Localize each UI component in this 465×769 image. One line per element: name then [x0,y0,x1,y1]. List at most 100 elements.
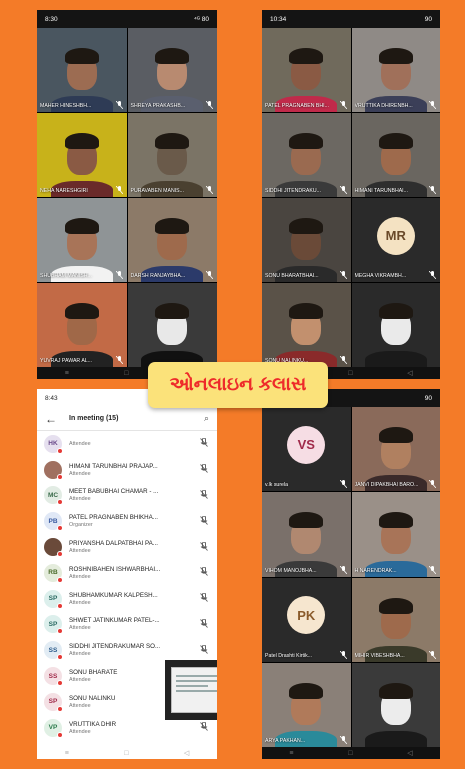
participant-name-label: NEHA NARESHGIRI [40,188,88,194]
status-dot [57,628,63,635]
participant-role: Attendee [69,441,91,448]
participant-role: Attendee [69,728,91,735]
participant-video-tile[interactable]: HIMANI TARUNBHAI... [351,113,440,197]
mic-off-icon [339,355,348,365]
participant-video-tile[interactable]: PATEL PRAGNABEN BHI... [262,28,351,112]
participant-video-tile[interactable]: VIHOM MANOJBHA... [262,492,351,577]
shared-document [171,667,217,713]
participant-hair [378,303,413,320]
recent-apps-button[interactable]: ≡ [289,750,293,757]
mic-off-icon [428,479,437,489]
meeting-title: In meeting (15) [69,415,119,422]
participant-text: PATEL PRAGNABEN BHIKHA... Organizer [62,514,199,528]
participant-video-tile[interactable]: SHREYA PRAKASHB... [127,28,217,112]
avatar-initials: HK [48,440,58,448]
home-button[interactable]: □ [124,750,128,757]
participant-video-tile[interactable]: SHUBHAM MANISH... [37,198,127,282]
mic-off-icon[interactable] [199,541,209,553]
home-button[interactable]: □ [348,750,352,757]
mic-off-icon[interactable] [199,644,209,656]
back-arrow-icon[interactable]: ← [45,412,61,426]
mic-off-icon[interactable] [199,489,209,501]
participant-video-tile[interactable] [351,662,440,747]
mic-off-icon [205,100,214,110]
participant-row[interactable]: MC MEET BABUBHAI CHAMAR - ... Attendee [37,483,217,509]
participant-name: SHUBHAMKUMAR KALPESH... [69,591,158,599]
avatar: HK [44,434,63,454]
participant-video-tile[interactable]: MAHER HINESHBH... [37,28,127,112]
participant-name: ROSHNIBAHEN ISHWARBHAI... [69,565,161,573]
status-icons: 90 [424,394,432,402]
mic-off-icon [339,100,348,110]
participant-video-tile[interactable]: MIHIR VIBESHBHA... [351,577,440,662]
mic-off-icon [205,270,214,280]
participant-video-tile[interactable]: MR MEGHA VIKRAMBH... [351,198,440,282]
participant-row[interactable]: SP SHWET JATINKUMAR PATEL-... Attendee [37,612,217,638]
status-dot [57,576,63,583]
status-time: 8:30 [45,15,58,23]
participant-initials-avatar: MR [376,216,415,255]
participant-hair [378,133,413,150]
mic-off-icon[interactable] [199,515,209,527]
participant-name: VRUTTIKA DHIR [69,720,117,728]
mic-off-icon[interactable] [199,463,209,475]
participant-video-tile[interactable]: PK Patel Drashti Kirtik... [262,577,351,662]
status-dot [57,680,63,687]
mic-off-icon [339,735,348,745]
participant-video-tile[interactable]: SONU NALINKU... [262,283,351,367]
participant-row[interactable]: SP SHUBHAMKUMAR KALPESH... Attendee [37,586,217,612]
mic-off-icon[interactable] [199,437,209,449]
participant-role: Organizer [69,522,93,529]
participant-video-tile[interactable]: VRUTTIKA DHIRENBH... [351,28,440,112]
shared-screen-thumbnail[interactable] [165,660,217,720]
back-button[interactable]: ◁ [407,369,412,377]
participant-video-tile[interactable]: VS v.lk surela [262,407,351,492]
video-grid: PATEL PRAGNABEN BHI... VRUTTIKA DHIRENBH.… [262,28,440,367]
search-icon[interactable]: ⌕ [204,413,209,424]
participant-hair [289,218,324,235]
home-button[interactable]: □ [124,370,128,377]
back-button[interactable]: ◁ [184,749,189,757]
participant-video-tile[interactable]: ARYA PAKHAN... [262,662,351,747]
participant-video-tile[interactable]: JANVI DIPAKBHAI BARO... [351,407,440,492]
participant-video-tile[interactable]: SONU BHARATBHAI... [262,198,351,282]
home-button[interactable]: □ [348,370,352,377]
participant-row[interactable]: HK Attendee [37,431,217,457]
mic-off-icon [339,565,348,575]
participant-video-tile[interactable]: SIDDHI JITENDRAKU... [262,113,351,197]
avatar: SP [44,615,63,635]
recent-apps-button[interactable]: ≡ [65,750,69,757]
avatar: SP [44,589,63,609]
participant-hair [64,133,99,150]
mic-off-icon[interactable] [199,592,209,604]
participant-video-tile[interactable]: NEHA NARESHGIRI [37,113,127,197]
participant-video-tile[interactable] [127,283,217,367]
mic-off-icon[interactable] [199,721,209,733]
status-bar: 10:34 90 [262,10,440,28]
participant-video-tile[interactable]: H NARENDRAK... [351,492,440,577]
phone-screen-2: 10:34 90 PATEL PRAGNABEN BHI... VRUTTIKA … [262,10,440,379]
participant-row[interactable]: RB ROSHNIBAHEN ISHWARBHAI... Attendee [37,560,217,586]
participant-row[interactable]: PRIYANSHA DALPATBHAI PA... Attendee [37,534,217,560]
mic-off-icon[interactable] [199,566,209,578]
participant-video-tile[interactable]: YUVRAJ PAWAR AL... [37,283,127,367]
mic-off-icon [115,185,124,195]
participant-row[interactable]: PB PATEL PRAGNABEN BHIKHA... Organizer [37,508,217,534]
participant-name-label: MEGHA VIKRAMBH... [354,273,407,279]
avatar-initials: VP [48,724,58,732]
avatar: PB [44,512,63,532]
participant-role: Attendee [69,599,91,606]
nav-bar: ≡ □ ◁ [37,747,217,759]
participant-video-tile[interactable]: DARSH RANJAYBHA... [127,198,217,282]
status-dot [57,473,63,480]
mic-off-icon[interactable] [199,618,209,630]
mic-off-icon [339,479,348,489]
back-button[interactable]: ◁ [407,749,412,757]
participant-text: SIDDHI JITENDRAKUMAR SO... Attendee [62,643,199,657]
participant-video-tile[interactable] [351,283,440,367]
participant-row[interactable]: HIMANI TARUNBHAI PRAJAP... Attendee [37,457,217,483]
status-dot [57,525,63,532]
participant-video-tile[interactable]: PURAVABEN MANIS... [127,113,217,197]
recent-apps-button[interactable]: ≡ [65,370,69,377]
avatar-initials: SP [48,698,58,706]
